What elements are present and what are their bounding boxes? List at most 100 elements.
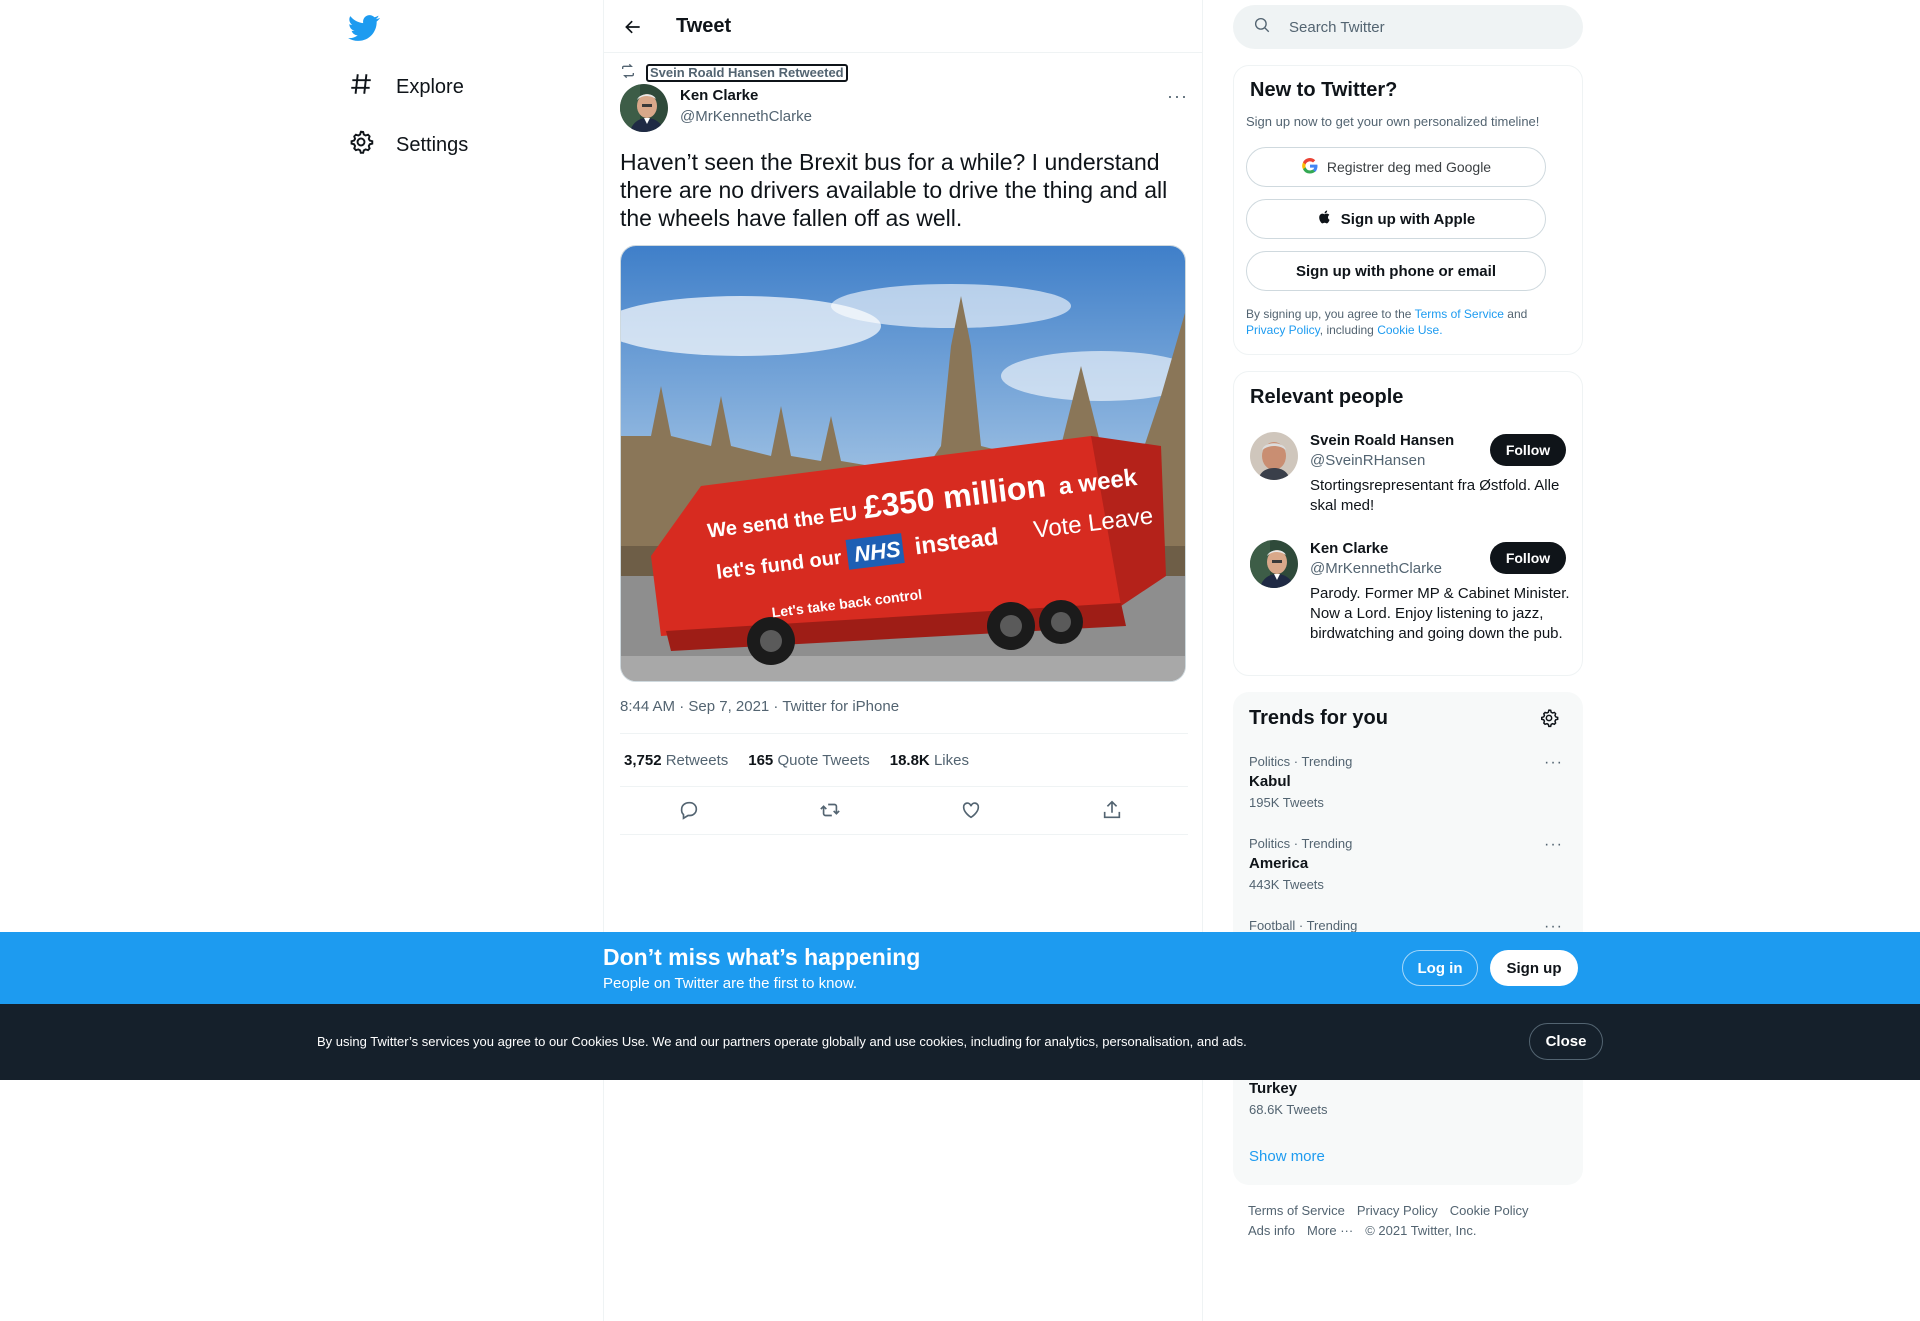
terms-prefix: By signing up, you agree to the xyxy=(1246,307,1412,321)
nav-explore[interactable]: Explore xyxy=(348,63,464,111)
footer-cookie-link[interactable]: Cookie Policy xyxy=(1450,1203,1529,1218)
author-handle[interactable]: @MrKennethClarke xyxy=(680,108,812,125)
quotes-label: Quote Tweets xyxy=(777,751,870,769)
login-button[interactable]: Log in xyxy=(1402,950,1478,986)
signup-card-subtitle: Sign up now to get your own personalized… xyxy=(1246,114,1540,129)
retweets-count: 3,752 xyxy=(624,751,662,769)
login-banner: Don’t miss what’s happening People on Tw… xyxy=(0,932,1920,1004)
person-bio: Parody. Former MP & Cabinet Minister. No… xyxy=(1310,585,1570,642)
nav-settings-label: Settings xyxy=(396,133,469,156)
quotes-count: 165 xyxy=(748,751,774,769)
trends-title: Trends for you xyxy=(1249,707,1388,729)
terms-and: and xyxy=(1507,307,1528,321)
show-more-link[interactable]: Show more xyxy=(1249,1148,1325,1165)
trend-count: 443K Tweets xyxy=(1249,877,1324,892)
apple-icon xyxy=(1317,209,1333,229)
footer-ads-link[interactable]: Ads info xyxy=(1248,1223,1295,1238)
trend-category: Football · Trending xyxy=(1249,918,1358,933)
signup-card-title: New to Twitter? xyxy=(1250,79,1398,101)
retweet-context: Svein Roald Hansen Retweeted xyxy=(620,63,848,82)
trend-category: Politics · Trending xyxy=(1249,754,1353,769)
trend-item[interactable]: Football · Trending ··· xyxy=(1249,918,1569,935)
more-options-icon[interactable]: ··· xyxy=(1167,86,1188,107)
trend-more-icon[interactable]: ··· xyxy=(1544,836,1563,854)
trend-more-icon[interactable]: ··· xyxy=(1544,754,1563,772)
signup-card: New to Twitter? Sign up now to get your … xyxy=(1233,65,1583,355)
likes-stat[interactable]: 18.8K Likes xyxy=(890,752,969,769)
trend-category: Politics · Trending xyxy=(1249,836,1353,851)
like-heart-icon[interactable] xyxy=(960,799,984,823)
signup-button[interactable]: Sign up xyxy=(1490,950,1578,986)
search-input[interactable]: Search Twitter xyxy=(1289,19,1385,36)
gear-icon xyxy=(348,129,374,161)
search-icon xyxy=(1253,16,1271,38)
person-handle[interactable]: @SveinRHansen xyxy=(1310,452,1425,469)
phone-signup-label: Sign up with phone or email xyxy=(1295,262,1496,280)
person-name[interactable]: Ken Clarke xyxy=(1310,540,1388,557)
tweet-text: Haven’t seen the Brexit bus for a while?… xyxy=(620,149,1168,231)
google-icon xyxy=(1301,157,1319,178)
settings-gear-icon[interactable] xyxy=(1539,708,1559,733)
nav-settings[interactable]: Settings xyxy=(348,121,468,169)
avatar[interactable] xyxy=(1250,540,1298,588)
avatar[interactable] xyxy=(620,84,668,132)
apple-signup-button[interactable]: Sign up with Apple xyxy=(1246,199,1546,239)
cookie-text: By using Twitter’s services you agree to… xyxy=(317,1034,1247,1049)
hashtag-icon xyxy=(348,71,374,103)
tweet-header: Tweet xyxy=(604,0,1202,53)
share-icon[interactable] xyxy=(1101,799,1125,823)
likes-count: 18.8K xyxy=(889,751,930,769)
tweet-timestamp[interactable]: 8:44 AM · Sep 7, 2021 · Twitter for iPho… xyxy=(620,698,899,715)
avatar[interactable] xyxy=(1250,432,1298,480)
google-signup-label: Registrer deg med Google xyxy=(1326,159,1492,175)
phone-email-signup-button[interactable]: Sign up with phone or email xyxy=(1246,251,1546,291)
cookie-use-link[interactable]: Cookie Use. xyxy=(1377,323,1442,337)
twitter-logo-icon[interactable] xyxy=(348,12,396,44)
search-box[interactable]: Search Twitter xyxy=(1233,5,1583,49)
quote-tweets-stat[interactable]: 165 Quote Tweets xyxy=(748,752,869,769)
trend-item[interactable]: Turkey 68.6K Tweets xyxy=(1249,1080,1569,1117)
apple-signup-label: Sign up with Apple xyxy=(1340,210,1476,228)
banner-subtitle: People on Twitter are the first to know. xyxy=(603,975,858,992)
tweet-stats: 3,752 Retweets 165 Quote Tweets 18.8K Li… xyxy=(620,733,1188,787)
footer-terms-link[interactable]: Terms of Service xyxy=(1248,1203,1345,1218)
footer-links-row1: Terms of Service Privacy Policy Cookie P… xyxy=(1248,1203,1529,1218)
retweets-stat[interactable]: 3,752 Retweets xyxy=(624,752,728,769)
relevant-people-title: Relevant people xyxy=(1250,386,1404,408)
reply-icon[interactable] xyxy=(678,799,702,823)
footer-more-link[interactable]: More ··· xyxy=(1307,1223,1353,1238)
retweet-icon xyxy=(620,63,636,82)
back-arrow-icon[interactable] xyxy=(618,12,648,42)
footer-privacy-link[interactable]: Privacy Policy xyxy=(1357,1203,1438,1218)
retweeter-link[interactable]: Svein Roald Hansen Retweeted xyxy=(646,63,848,82)
nav-explore-label: Explore xyxy=(396,75,464,98)
person-name[interactable]: Svein Roald Hansen xyxy=(1310,432,1454,449)
trend-name: Kabul xyxy=(1249,773,1291,790)
main-column: Tweet Svein Roald Hansen Retweeted Ken C… xyxy=(603,0,1203,1321)
trend-item[interactable]: Politics · Trending America 443K Tweets … xyxy=(1249,836,1569,892)
terms-including: , including xyxy=(1319,323,1374,337)
page-title: Tweet xyxy=(676,15,732,37)
person-bio: Stortingsrepresentant fra Østfold. Alle … xyxy=(1310,477,1560,514)
banner-title: Don’t miss what’s happening xyxy=(603,944,921,970)
close-button[interactable]: Close xyxy=(1529,1023,1603,1060)
follow-button[interactable]: Follow xyxy=(1490,542,1566,574)
relevant-people-card: Relevant people Svein Roald Hansen @Svei… xyxy=(1233,371,1583,676)
tweet-image[interactable]: We send the EU £350 million a week let's… xyxy=(620,245,1186,682)
terms-of-service-link[interactable]: Terms of Service xyxy=(1415,307,1504,321)
tweet-actions xyxy=(620,787,1188,835)
follow-button[interactable]: Follow xyxy=(1490,434,1566,466)
trend-name: Turkey xyxy=(1249,1080,1298,1097)
person-handle[interactable]: @MrKennethClarke xyxy=(1310,560,1442,577)
footer-links-row2: Ads info More ··· © 2021 Twitter, Inc. xyxy=(1248,1223,1476,1238)
google-signup-button[interactable]: Registrer deg med Google xyxy=(1246,147,1546,187)
trend-item[interactable]: Politics · Trending Kabul 195K Tweets ··… xyxy=(1249,754,1569,810)
terms-text: By signing up, you agree to the Terms of… xyxy=(1246,306,1566,338)
retweet-action-icon[interactable] xyxy=(819,799,843,823)
retweets-label: Retweets xyxy=(665,751,729,769)
author-name[interactable]: Ken Clarke xyxy=(680,87,758,104)
privacy-policy-link[interactable]: Privacy Policy xyxy=(1246,323,1320,337)
trend-count: 68.6K Tweets xyxy=(1249,1102,1328,1117)
cookie-bar: By using Twitter’s services you agree to… xyxy=(0,1004,1920,1080)
footer-copyright: © 2021 Twitter, Inc. xyxy=(1365,1223,1477,1238)
